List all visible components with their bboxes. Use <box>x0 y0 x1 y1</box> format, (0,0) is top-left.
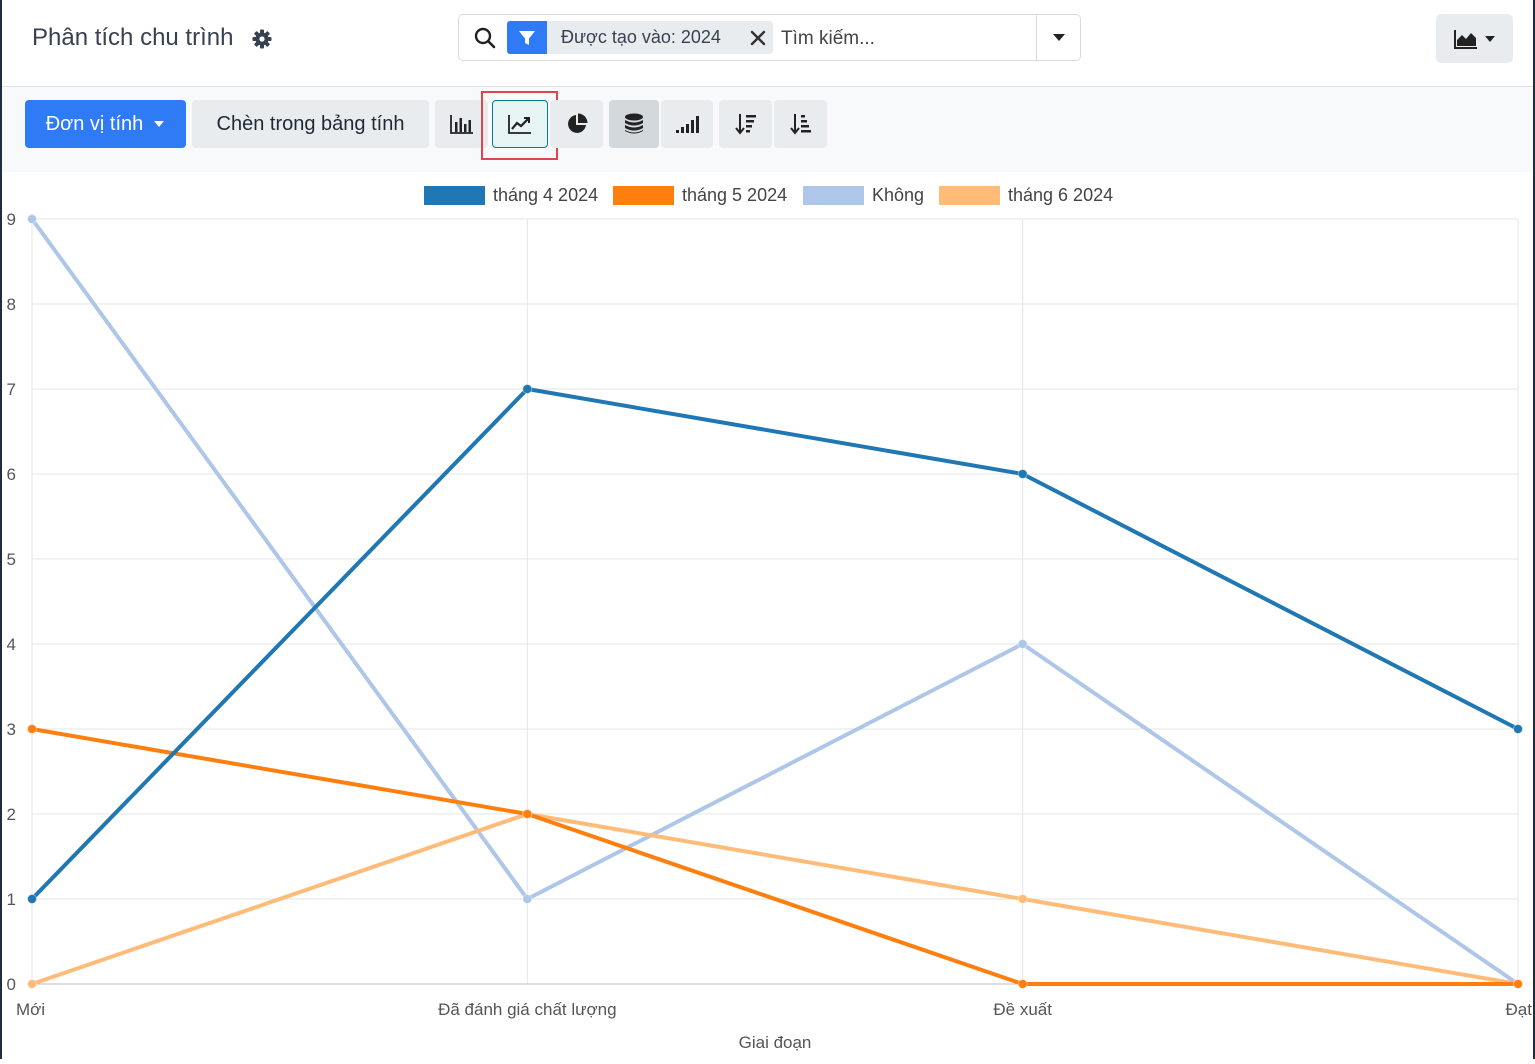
caret-down-icon <box>1052 34 1065 41</box>
sort-descending-button[interactable] <box>719 100 772 148</box>
data-point[interactable] <box>1513 724 1523 734</box>
filter-icon <box>507 21 547 54</box>
y-tick-label: 7 <box>7 380 16 399</box>
pie-chart-icon <box>567 113 587 133</box>
data-point[interactable] <box>27 979 37 989</box>
sort-ascending-icon <box>789 114 811 135</box>
search-bar[interactable]: Được tạo vào: 2024 Tìm kiếm... <box>458 14 1081 61</box>
stacked-toggle-button[interactable] <box>609 100 659 148</box>
gear-icon[interactable] <box>252 29 272 49</box>
search-facet: Được tạo vào: 2024 <box>507 21 773 54</box>
y-tick-label: 1 <box>7 890 16 909</box>
y-tick-label: 9 <box>7 210 16 229</box>
page-title: Phân tích chu trình <box>32 24 234 51</box>
insert-label: Chèn trong bảng tính <box>216 112 405 135</box>
legend-label[interactable]: tháng 4 2024 <box>493 185 598 205</box>
search-options-toggle[interactable] <box>1036 15 1080 60</box>
caret-down-icon <box>154 121 165 127</box>
database-icon <box>625 113 643 134</box>
data-point[interactable] <box>27 214 37 224</box>
data-point[interactable] <box>27 724 37 734</box>
data-point[interactable] <box>1017 639 1028 649</box>
search-icon[interactable] <box>474 27 496 49</box>
data-point[interactable] <box>1017 979 1028 989</box>
data-point[interactable] <box>1017 469 1028 479</box>
caret-down-icon <box>1484 35 1495 42</box>
x-tick-label: Đề xuất <box>993 1000 1052 1019</box>
line-chart: 0 1 2 3 4 5 6 7 8 9 Mới Đã đánh giá chất lượng Đề x… <box>0 172 1535 1059</box>
search-input[interactable]: Tìm kiếm... <box>781 28 875 50</box>
sort-descending-icon <box>734 114 756 135</box>
insert-in-spreadsheet-button[interactable]: Chèn trong bảng tính <box>192 100 429 148</box>
bar-chart-icon <box>449 115 473 134</box>
data-point[interactable] <box>522 384 533 394</box>
x-tick-label: Mới <box>16 1000 45 1019</box>
data-point[interactable] <box>522 894 533 904</box>
chart-svg: 0 1 2 3 4 5 6 7 8 9 Mới Đã đánh giá chất lượng Đề x… <box>7 185 1533 1052</box>
data-point[interactable] <box>1513 979 1523 989</box>
legend-swatch[interactable] <box>424 186 485 205</box>
y-tick-label: 4 <box>7 635 16 654</box>
view-switcher-button[interactable] <box>1436 14 1513 63</box>
signal-icon <box>676 116 699 133</box>
cumulative-toggle-button[interactable] <box>661 100 713 148</box>
data-point[interactable] <box>27 894 37 904</box>
data-point[interactable] <box>522 809 533 819</box>
legend-swatch[interactable] <box>613 186 674 205</box>
y-tick-label: 6 <box>7 465 16 484</box>
y-tick-label: 2 <box>7 805 16 824</box>
area-chart-icon <box>1453 29 1477 49</box>
legend-label[interactable]: tháng 6 2024 <box>1008 185 1113 205</box>
measures-label: Đơn vị tính <box>45 112 144 135</box>
y-tick-label: 8 <box>7 295 16 314</box>
sort-ascending-button[interactable] <box>774 100 827 148</box>
pie-chart-button[interactable] <box>550 100 603 148</box>
close-icon[interactable] <box>743 30 773 46</box>
legend-swatch[interactable] <box>803 186 864 205</box>
measures-dropdown-button[interactable]: Đơn vị tính <box>25 100 186 148</box>
legend-label[interactable]: Không <box>872 185 924 205</box>
y-tick-label: 0 <box>7 975 16 994</box>
legend-swatch[interactable] <box>939 186 1000 205</box>
control-panel-header: Phân tích chu trình Được tạo vào: 2024 T… <box>2 0 1533 87</box>
x-axis-label: Giai đoạn <box>739 1033 812 1052</box>
series-line[interactable] <box>30 217 1520 986</box>
x-tick-label: Đã đánh giá chất lượng <box>438 1000 616 1019</box>
selection-highlight <box>481 91 558 160</box>
x-tick-label: Đạt <box>1506 1000 1533 1019</box>
facet-label: Được tạo vào: 2024 <box>561 27 721 47</box>
y-tick-label: 5 <box>7 550 16 569</box>
legend-label[interactable]: tháng 5 2024 <box>682 185 787 205</box>
data-point[interactable] <box>1017 894 1028 904</box>
y-tick-label: 3 <box>7 720 16 739</box>
